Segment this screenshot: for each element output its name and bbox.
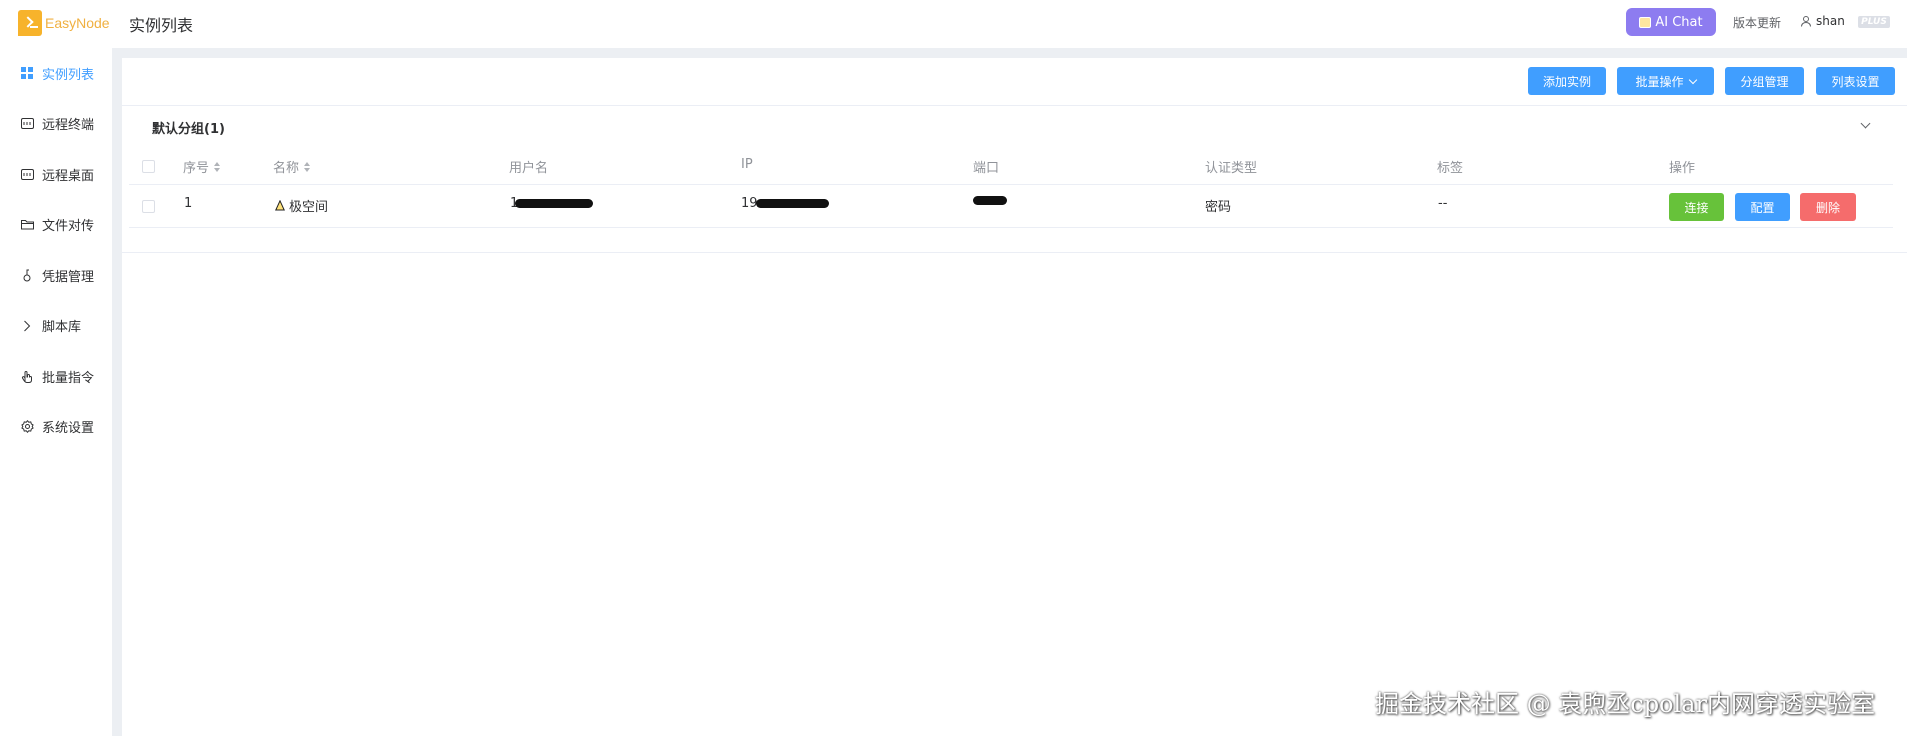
redaction-mark <box>515 199 594 208</box>
column-header-actions: 操作 <box>1669 161 1696 176</box>
divider <box>122 252 1907 253</box>
add-instance-button[interactable]: 添加实例 <box>1528 67 1606 95</box>
sidebar-item-label: 远程终端 <box>42 118 95 134</box>
row-index: 1 <box>184 196 193 211</box>
sidebar-item-system-settings[interactable]: 系统设置 <box>0 402 112 453</box>
select-all-checkbox[interactable] <box>142 160 155 173</box>
sidebar-item-script-library[interactable]: 脚本库 <box>0 301 112 352</box>
row-tags: -- <box>1438 196 1448 211</box>
group-management-button[interactable]: 分组管理 <box>1725 67 1804 95</box>
user-name: shan <box>1816 14 1845 28</box>
chevron-right-icon <box>20 319 34 333</box>
batch-operation-label: 批量操作 <box>1635 74 1684 89</box>
ai-chat-button[interactable]: AI Chat <box>1626 8 1716 36</box>
folder-icon <box>20 218 34 232</box>
row-name[interactable]: 极空间 <box>275 196 328 215</box>
sidebar-item-label: 凭据管理 <box>42 269 95 285</box>
sidebar-item-label: 实例列表 <box>42 67 95 83</box>
version-update-link[interactable]: 版本更新 <box>1733 14 1781 31</box>
plus-badge: PLUS <box>1858 16 1890 28</box>
sort-icon[interactable] <box>304 161 311 172</box>
app-logo[interactable]: EasyNode <box>18 10 110 36</box>
redaction-mark <box>973 196 1007 205</box>
column-header-ip: IP <box>741 157 753 172</box>
sidebar-item-label: 批量指令 <box>42 370 95 386</box>
sidebar-item-label: 脚本库 <box>42 320 82 336</box>
delete-button[interactable]: 删除 <box>1800 193 1856 221</box>
sidebar-item-credentials[interactable]: 凭据管理 <box>0 250 112 301</box>
row-name-label: 极空间 <box>289 200 329 215</box>
group-title[interactable]: 默认分组(1) <box>152 118 225 137</box>
row-username: 1 <box>510 196 594 211</box>
sidebar-item-label: 远程桌面 <box>42 168 95 184</box>
row-auth-type: 密码 <box>1205 200 1232 215</box>
row-checkbox[interactable] <box>142 200 155 213</box>
sidebar-item-remote-terminal[interactable]: 远程终端 <box>0 99 112 150</box>
user-icon <box>1800 15 1812 27</box>
page-title: 实例列表 <box>129 16 194 35</box>
batch-operation-button[interactable]: 批量操作 <box>1617 67 1714 95</box>
list-settings-button[interactable]: 列表设置 <box>1816 67 1895 95</box>
divider <box>129 227 1893 228</box>
config-button[interactable]: 配置 <box>1735 193 1790 221</box>
row-ip: 19 <box>741 196 829 211</box>
linux-icon <box>275 200 285 211</box>
sidebar-item-label: 文件对传 <box>42 219 95 235</box>
column-header-tags: 标签 <box>1437 161 1464 176</box>
sort-icon[interactable] <box>214 161 221 172</box>
gear-icon <box>20 420 34 434</box>
sidebar-item-instance-list[interactable]: 实例列表 <box>0 48 112 99</box>
user-menu[interactable]: shan <box>1800 14 1845 28</box>
sidebar: EasyNode 实例列表 远程终端 远程桌面 文件对传 凭据管理 脚本库 批量… <box>0 0 112 736</box>
column-header-auth-type: 认证类型 <box>1205 161 1258 176</box>
pointer-icon <box>20 369 34 383</box>
ai-chat-label: AI Chat <box>1655 14 1703 30</box>
sidebar-item-remote-desktop[interactable]: 远程桌面 <box>0 149 112 200</box>
row-port <box>973 196 1007 205</box>
column-header-name[interactable]: 名称 <box>273 157 311 176</box>
sidebar-item-file-transfer[interactable]: 文件对传 <box>0 200 112 251</box>
column-header-username: 用户名 <box>509 161 549 176</box>
connect-button[interactable]: 连接 <box>1669 193 1724 221</box>
sidebar-item-label: 系统设置 <box>42 421 95 437</box>
terminal-icon <box>20 117 34 131</box>
instance-card <box>122 58 1907 736</box>
watermark: 掘金技术社区 @ 袁煦丞cpolar内网穿透实验室 <box>1375 690 1875 718</box>
sidebar-item-batch-commands[interactable]: 批量指令 <box>0 351 112 402</box>
grid-icon <box>20 66 34 80</box>
top-header: 实例列表 AI Chat 版本更新 shan PLUS <box>112 0 1907 48</box>
column-header-index[interactable]: 序号 <box>183 157 221 176</box>
chevron-down-icon <box>1688 75 1697 84</box>
divider <box>129 184 1893 185</box>
sidebar-nav: 实例列表 远程终端 远程桌面 文件对传 凭据管理 脚本库 批量指令 系统设置 <box>0 48 112 452</box>
logo-text: EasyNode <box>45 15 110 31</box>
redaction-mark <box>755 199 829 208</box>
column-header-port: 端口 <box>973 161 1000 176</box>
terminal-logo-icon <box>18 10 42 36</box>
key-icon <box>20 268 34 282</box>
divider <box>122 105 1907 106</box>
desktop-icon <box>20 167 34 181</box>
chat-icon <box>1639 16 1652 28</box>
